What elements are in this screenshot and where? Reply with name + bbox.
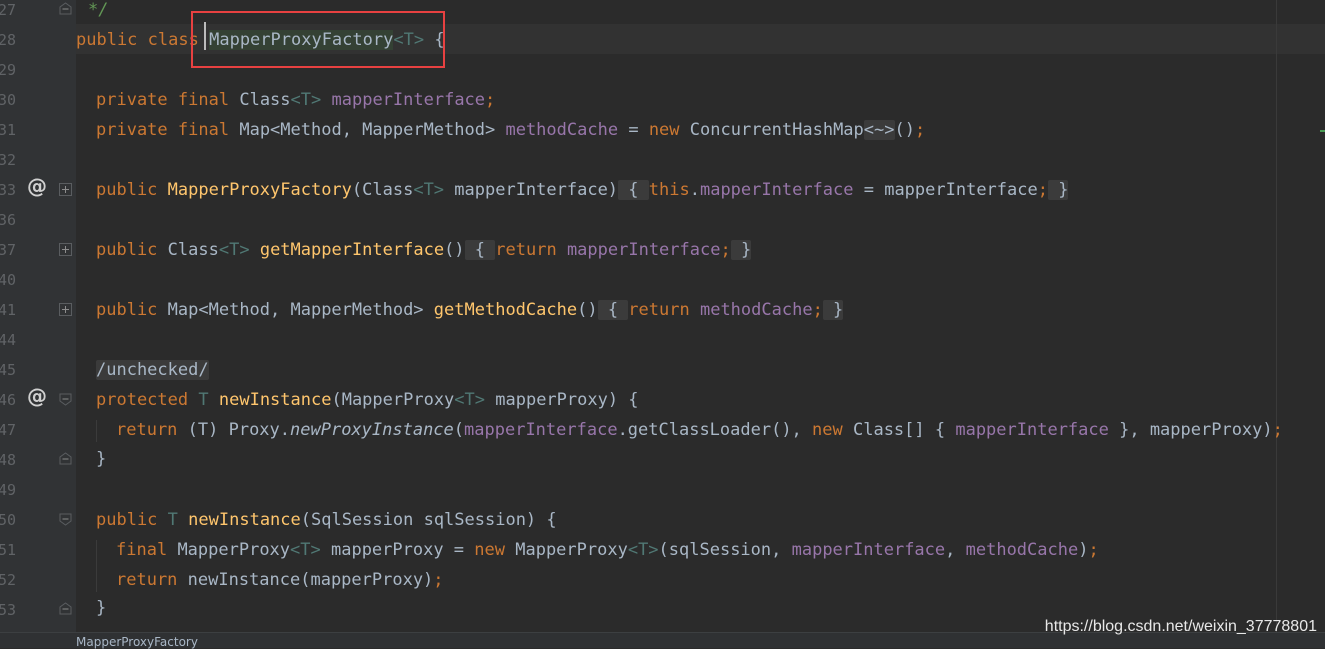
line-number: 44: [0, 331, 16, 349]
code-editor[interactable]: */ public class MapperProxyFactory<T> { …: [76, 0, 1325, 632]
line-number: 29: [0, 61, 16, 79]
fold-expand-icon[interactable]: [59, 303, 72, 316]
implements-method-icon[interactable]: @: [27, 171, 47, 201]
fold-end-icon[interactable]: [59, 602, 72, 615]
fold-end-icon[interactable]: [59, 2, 72, 15]
line-number: 40: [0, 271, 16, 289]
line-number: 52: [0, 571, 16, 589]
code-line: */: [88, 0, 109, 20]
line-number: 41: [0, 301, 16, 319]
code-line: return newInstance(mapperProxy);: [116, 570, 444, 590]
line-number: 49: [0, 481, 16, 499]
line-number: 30: [0, 91, 16, 109]
code-line: private final Map<Method, MapperMethod> …: [96, 120, 926, 140]
line-number: 48: [0, 451, 16, 469]
fold-collapse-icon[interactable]: [59, 513, 72, 526]
line-number: 28: [0, 31, 16, 49]
code-line: public MapperProxyFactory(Class<T> mappe…: [96, 180, 1069, 200]
code-line: public Map<Method, MapperMethod> getMeth…: [96, 300, 844, 320]
line-number: 31: [0, 121, 16, 139]
line-number: 33: [0, 181, 16, 199]
change-marker[interactable]: [1320, 130, 1325, 132]
line-number: 46: [0, 391, 16, 409]
fold-expand-icon[interactable]: [59, 243, 72, 256]
line-number: 47: [0, 421, 16, 439]
code-line: }: [96, 449, 107, 469]
code-line: return (T) Proxy.newProxyInstance(mapper…: [116, 420, 1283, 440]
line-number: 45: [0, 361, 16, 379]
code-line: protected T newInstance(MapperProxy<T> m…: [96, 390, 639, 410]
watermark: https://blog.csdn.net/weixin_37778801: [1044, 618, 1317, 635]
code-line: }: [96, 598, 107, 618]
highlight-annotation-box: [191, 11, 445, 68]
code-line: public Class<T> getMapperInterface() { r…: [96, 240, 752, 260]
implements-method-icon[interactable]: @: [27, 381, 47, 411]
line-number: 36: [0, 211, 16, 229]
fold-end-icon[interactable]: [59, 452, 72, 465]
fold-expand-icon[interactable]: [59, 183, 72, 196]
line-number: 51: [0, 541, 16, 559]
code-line: public T newInstance(SqlSession sqlSessi…: [96, 510, 557, 530]
line-number: 32: [0, 151, 16, 169]
line-number: 53: [0, 601, 16, 619]
line-number: 27: [0, 1, 16, 19]
code-line: private final Class<T> mapperInterface;: [96, 90, 496, 110]
fold-collapse-icon[interactable]: [59, 393, 72, 406]
code-line: final MapperProxy<T> mapperProxy = new M…: [116, 540, 1099, 560]
line-number: 37: [0, 241, 16, 259]
code-line-annotation: /unchecked/: [96, 360, 209, 380]
line-number: 50: [0, 511, 16, 529]
